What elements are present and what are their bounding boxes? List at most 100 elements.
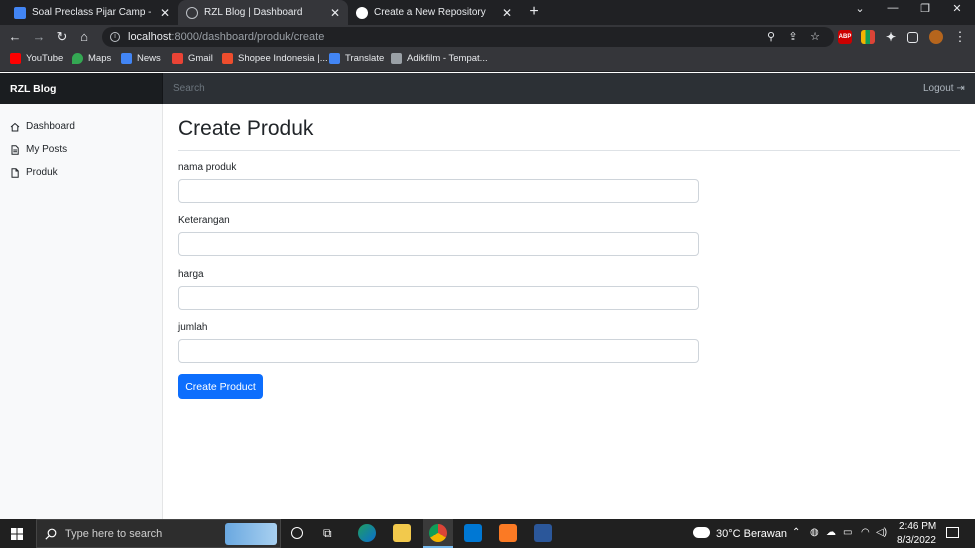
tab-label: RZL Blog | Dashboard xyxy=(204,7,303,18)
file-explorer-icon[interactable] xyxy=(393,524,411,542)
keterangan-label: Keterangan xyxy=(178,215,230,226)
address-bar[interactable]: i localhost:8000/dashboard/produk/create… xyxy=(102,27,834,47)
tab-rzl-blog[interactable]: RZL Blog | Dashboard ✕ xyxy=(178,0,348,25)
restore-button[interactable]: ❐ xyxy=(915,2,935,15)
nama-produk-input[interactable] xyxy=(178,179,699,203)
extensions-puzzle-icon[interactable]: ✦ xyxy=(884,30,898,44)
clock-date[interactable]: 8/3/2022 xyxy=(897,535,936,546)
github-icon xyxy=(356,6,368,19)
wifi-icon[interactable]: ◠ xyxy=(861,527,870,538)
brand-logo[interactable]: RZL Blog xyxy=(0,73,163,104)
new-tab-button[interactable]: + xyxy=(526,3,542,21)
windows-taskbar: Type here to search ⧉ 30°C Berawan ⌃ ◍ ☁… xyxy=(0,519,975,548)
tray-chevron-icon[interactable]: ⌃ xyxy=(792,527,800,538)
globe-icon xyxy=(186,6,198,19)
home-icon[interactable]: ⌂ xyxy=(76,29,92,45)
battery-icon[interactable]: ▭ xyxy=(843,527,852,538)
task-view-icon[interactable]: ⧉ xyxy=(323,526,332,541)
menu-kebab-icon[interactable]: ⋮ xyxy=(952,29,968,45)
close-icon[interactable]: ✕ xyxy=(502,6,512,20)
sidebar-item-produk[interactable]: Produk xyxy=(10,167,58,178)
sidebar-item-label: Dashboard xyxy=(26,121,75,132)
cortana-icon[interactable] xyxy=(291,527,303,539)
notification-icon[interactable] xyxy=(946,527,959,538)
bookmark-label: Shopee Indonesia |... xyxy=(238,53,328,64)
minimize-button[interactable]: — xyxy=(883,2,903,14)
create-product-button[interactable]: Create Product xyxy=(178,374,263,399)
bookmark-news[interactable]: News xyxy=(121,53,161,64)
logout-link[interactable]: Logout ⇥ xyxy=(913,73,975,104)
bookmark-gmail[interactable]: Gmail xyxy=(172,53,213,64)
jumlah-input[interactable] xyxy=(178,339,699,363)
taskbar-search-box[interactable]: Type here to search xyxy=(36,519,281,548)
close-icon[interactable]: ✕ xyxy=(330,6,340,20)
logout-label: Logout xyxy=(923,83,954,94)
cloud-weather-icon[interactable] xyxy=(693,527,710,538)
news-icon xyxy=(121,53,132,64)
sidebar-item-label: Produk xyxy=(26,167,58,178)
youtube-icon xyxy=(10,53,21,64)
edge-icon[interactable] xyxy=(358,524,376,542)
search-icon xyxy=(45,528,57,540)
sidebar-item-label: My Posts xyxy=(26,144,68,155)
back-icon[interactable]: ← xyxy=(7,29,23,45)
profile-avatar[interactable] xyxy=(929,30,943,44)
bookmark-maps[interactable]: Maps xyxy=(72,53,111,64)
volume-icon[interactable]: ◁) xyxy=(876,527,887,538)
search-input[interactable] xyxy=(163,73,913,104)
zoom-icon[interactable]: ⚲ xyxy=(764,30,778,43)
weather-text[interactable]: 30°C Berawan xyxy=(716,528,787,540)
bookmark-shopee[interactable]: Shopee Indonesia |... xyxy=(222,53,328,64)
url-host: localhost xyxy=(128,31,172,43)
bookmark-youtube[interactable]: YouTube xyxy=(10,53,63,64)
bookmark-label: News xyxy=(137,53,161,64)
share-icon[interactable]: ⇪ xyxy=(786,30,800,43)
windows-start-icon[interactable] xyxy=(11,528,23,540)
browser-toolbar: ← → ↻ ⌂ i localhost:8000/dashboard/produ… xyxy=(0,25,975,49)
close-icon[interactable]: ✕ xyxy=(160,6,170,20)
browser-tab-strip: Soal Preclass Pijar Camp - Google ✕ RZL … xyxy=(0,0,975,25)
chrome-icon[interactable] xyxy=(429,524,447,542)
site-info-icon[interactable]: i xyxy=(110,32,120,42)
vscode-icon[interactable] xyxy=(464,524,482,542)
home-icon xyxy=(10,122,20,131)
page-title: Create Produk xyxy=(178,117,314,140)
gmail-icon xyxy=(172,53,183,64)
bookmark-translate[interactable]: Translate xyxy=(329,53,384,64)
file-text-icon xyxy=(11,144,19,155)
close-window-button[interactable]: ✕ xyxy=(947,2,967,15)
logout-icon: ⇥ xyxy=(956,83,965,94)
onedrive-icon[interactable]: ☁ xyxy=(826,527,836,538)
bookmark-label: Translate xyxy=(345,53,385,64)
keterangan-input[interactable] xyxy=(178,232,699,256)
harga-input[interactable] xyxy=(178,286,699,310)
tab-create-repository[interactable]: Create a New Repository ✕ xyxy=(348,0,520,25)
word-icon[interactable] xyxy=(534,524,552,542)
tab-soal-preclass[interactable]: Soal Preclass Pijar Camp - Google ✕ xyxy=(6,0,178,25)
bookmark-star-icon[interactable]: ☆ xyxy=(808,30,822,43)
google-docs-icon xyxy=(14,6,26,19)
tab-label: Create a New Repository xyxy=(374,7,486,18)
bookmarks-bar: YouTube Maps News Gmail Shopee Indonesia… xyxy=(0,49,975,72)
harga-label: harga xyxy=(178,269,204,280)
sidebar-item-dashboard[interactable]: Dashboard xyxy=(10,121,75,132)
tab-search-icon[interactable]: ⌄ xyxy=(850,2,870,15)
bookmark-label: Gmail xyxy=(188,53,213,64)
jumlah-label: jumlah xyxy=(178,322,208,333)
meet-now-icon[interactable]: ◍ xyxy=(810,527,819,538)
xampp-icon[interactable] xyxy=(499,524,517,542)
sidebar: Dashboard My Posts Produk xyxy=(0,104,163,519)
bookmark-label: YouTube xyxy=(26,53,64,64)
tab-label: Soal Preclass Pijar Camp - Google xyxy=(32,7,154,18)
file-icon xyxy=(11,167,19,178)
color-extension-icon[interactable] xyxy=(861,30,875,44)
sidebar-item-my-posts[interactable]: My Posts xyxy=(10,144,67,155)
side-panel-icon[interactable] xyxy=(907,32,918,43)
adblock-icon[interactable]: ABP xyxy=(838,30,852,44)
bookmark-adikfilm[interactable]: Adikfilm - Tempat... xyxy=(391,53,488,64)
clock-time[interactable]: 2:46 PM xyxy=(899,521,936,532)
url-path: :8000/dashboard/produk/create xyxy=(171,31,325,43)
forward-icon[interactable]: → xyxy=(31,29,47,45)
bookmark-label: Maps xyxy=(88,53,112,64)
reload-icon[interactable]: ↻ xyxy=(54,29,70,45)
